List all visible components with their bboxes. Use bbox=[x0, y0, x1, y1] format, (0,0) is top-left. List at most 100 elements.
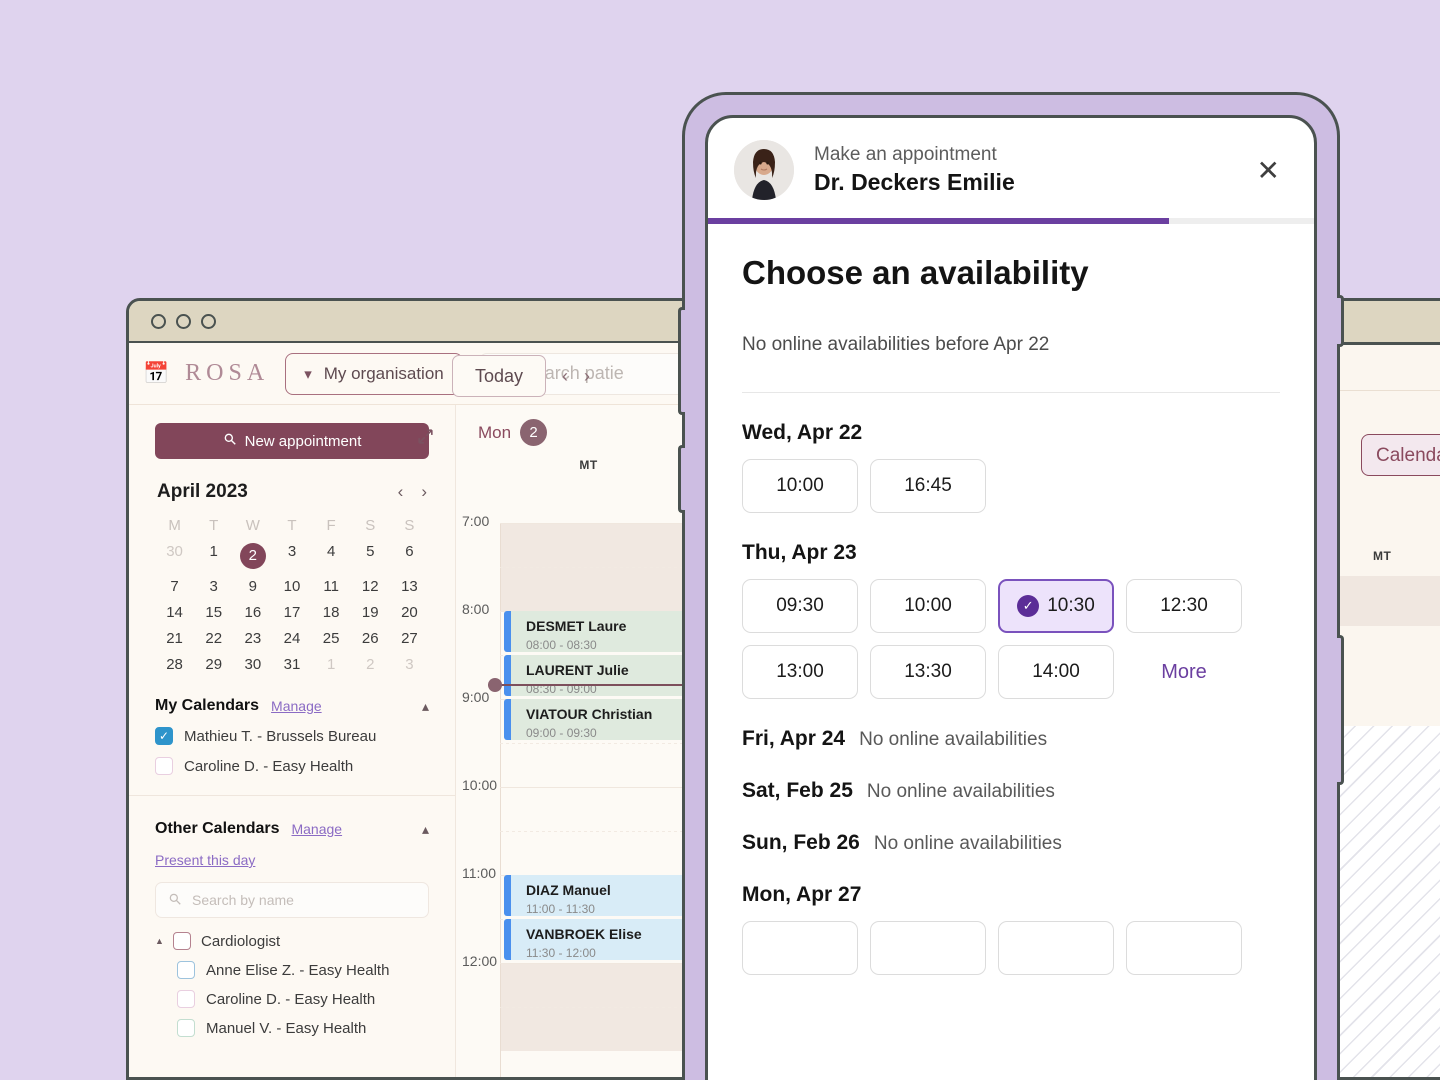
availability-slot[interactable]: 13:00 bbox=[742, 645, 858, 699]
calendar-day[interactable]: 9 bbox=[233, 578, 272, 595]
availability-slot[interactable]: 14:00 bbox=[998, 645, 1114, 699]
next-day-button[interactable]: › bbox=[584, 366, 590, 387]
calendar-day[interactable]: 16 bbox=[233, 604, 272, 621]
my-calendars-manage-link[interactable]: Manage bbox=[271, 698, 322, 714]
calendar-day[interactable]: 17 bbox=[272, 604, 311, 621]
calendar-checkbox[interactable] bbox=[177, 990, 195, 1008]
calendar-day[interactable]: 13 bbox=[390, 578, 429, 595]
calendar-day[interactable]: 3 bbox=[390, 656, 429, 673]
calendar-event[interactable]: VANBROEK Elise 11:30 - 12:00 bbox=[504, 919, 699, 960]
time-slot-row[interactable]: 12:00 bbox=[456, 953, 699, 1051]
calendar-event[interactable]: VIATOUR Christian 09:00 - 09:30 bbox=[504, 699, 699, 740]
mini-calendar-grid[interactable]: M T W T F S S 30 1 2 3 4 5 6 7 3 9 10 11 12 13 14 15 16 17 18 19 20… bbox=[155, 517, 429, 673]
hour-line bbox=[500, 963, 699, 964]
availability-slot[interactable]: 10:00 bbox=[870, 579, 986, 633]
availability-slot-selected[interactable]: ✓ 10:30 bbox=[998, 579, 1114, 633]
search-by-name-input[interactable]: Search by name bbox=[155, 882, 429, 918]
calendar-list-item[interactable]: Anne Elise Z. - Easy Health bbox=[177, 961, 429, 979]
calendar-day[interactable]: 19 bbox=[351, 604, 390, 621]
calendar-day[interactable]: 3 bbox=[194, 578, 233, 595]
calendar-list-item[interactable]: Caroline D. - Easy Health bbox=[177, 990, 429, 1008]
triangle-up-icon[interactable]: ▲ bbox=[155, 936, 164, 946]
calendar-day[interactable]: 26 bbox=[351, 630, 390, 647]
calendar-day[interactable]: 12 bbox=[351, 578, 390, 595]
time-slot-row[interactable]: 7:00 bbox=[456, 513, 699, 611]
more-slots-button[interactable]: More bbox=[1126, 645, 1242, 699]
window-minimize-dot[interactable] bbox=[176, 313, 191, 329]
calendar-day[interactable]: 28 bbox=[155, 656, 194, 673]
calendar-day[interactable]: 11 bbox=[312, 578, 351, 595]
calendar-checkbox[interactable]: ✓ bbox=[155, 727, 173, 745]
availability-slot[interactable] bbox=[998, 921, 1114, 975]
calendar-list-item[interactable]: Caroline D. - Easy Health bbox=[155, 757, 429, 775]
calendar-day[interactable]: 10 bbox=[272, 578, 311, 595]
calendar-day[interactable]: 4 bbox=[312, 543, 351, 569]
today-button[interactable]: Today bbox=[452, 355, 547, 397]
calendar-day[interactable]: 2 bbox=[351, 656, 390, 673]
time-slot-row[interactable]: 10:00 bbox=[456, 777, 699, 875]
calendar-list-item[interactable]: Manuel V. - Easy Health bbox=[177, 1019, 429, 1037]
present-this-day-link[interactable]: Present this day bbox=[155, 852, 255, 868]
availability-slot[interactable] bbox=[870, 921, 986, 975]
calendar-day[interactable]: 15 bbox=[194, 604, 233, 621]
availability-slot[interactable] bbox=[742, 921, 858, 975]
availability-slot[interactable]: 12:30 bbox=[1126, 579, 1242, 633]
calendar-day[interactable]: 27 bbox=[390, 630, 429, 647]
calendar-day[interactable]: 20 bbox=[390, 604, 429, 621]
window-close-dot[interactable] bbox=[151, 313, 166, 329]
calendar-day[interactable]: 1 bbox=[312, 656, 351, 673]
window-maximize-dot[interactable] bbox=[201, 313, 216, 329]
phone-volume-button[interactable] bbox=[678, 307, 685, 415]
calendar-day[interactable]: 29 bbox=[194, 656, 233, 673]
availability-slot-time: 13:30 bbox=[904, 661, 952, 682]
calendar-day[interactable]: 18 bbox=[312, 604, 351, 621]
calendar-day[interactable]: 5 bbox=[351, 543, 390, 569]
calendar-day[interactable]: 7 bbox=[155, 578, 194, 595]
event-patient-name: VIATOUR Christian bbox=[526, 706, 653, 722]
calendar-day[interactable]: 25 bbox=[312, 630, 351, 647]
calendar-event[interactable]: DESMET Laure 08:00 - 08:30 bbox=[504, 611, 699, 652]
calendar-day[interactable]: 3 bbox=[272, 543, 311, 569]
calendar-event[interactable]: DIAZ Manuel 11:00 - 11:30 bbox=[504, 875, 699, 916]
calendar-checkbox[interactable] bbox=[155, 757, 173, 775]
chevron-up-icon[interactable]: ▴ bbox=[422, 698, 429, 715]
calendar-day[interactable]: 6 bbox=[390, 543, 429, 569]
availability-slot[interactable]: 13:30 bbox=[870, 645, 986, 699]
calendar-checkbox[interactable] bbox=[177, 1019, 195, 1037]
availability-slot[interactable] bbox=[1126, 921, 1242, 975]
calendar-checkbox[interactable] bbox=[177, 961, 195, 979]
availability-slot[interactable]: 09:30 bbox=[742, 579, 858, 633]
next-month-button[interactable]: › bbox=[421, 482, 427, 502]
page-title: Choose an availability bbox=[742, 254, 1089, 291]
calendar-day[interactable]: 30 bbox=[155, 543, 194, 569]
phone-power-button[interactable] bbox=[1337, 635, 1344, 785]
phone-mute-switch[interactable] bbox=[1337, 295, 1344, 347]
calendar-view-button[interactable]: Calenda bbox=[1361, 434, 1440, 476]
new-appointment-button[interactable]: New appointment bbox=[155, 423, 429, 459]
calendar-day[interactable]: 24 bbox=[272, 630, 311, 647]
phone-volume-down-button[interactable] bbox=[678, 445, 685, 513]
organisation-selector[interactable]: ▾ My organisation bbox=[285, 352, 463, 395]
calendar-day[interactable]: 14 bbox=[155, 604, 194, 621]
calendar-day[interactable]: 21 bbox=[155, 630, 194, 647]
prev-month-button[interactable]: ‹ bbox=[398, 482, 404, 502]
previous-day-button[interactable]: ‹ bbox=[562, 366, 568, 387]
calendar-list-item[interactable]: ✓ Mathieu T. - Brussels Bureau bbox=[155, 727, 429, 745]
calendar-day[interactable]: 1 bbox=[194, 543, 233, 569]
time-label: 10:00 bbox=[462, 777, 498, 793]
other-calendars-manage-link[interactable]: Manage bbox=[291, 821, 342, 837]
calendar-day[interactable]: 30 bbox=[233, 656, 272, 673]
expand-arrows-icon[interactable] bbox=[416, 427, 435, 451]
availability-slot[interactable]: 16:45 bbox=[870, 459, 986, 513]
calendar-day[interactable]: 23 bbox=[233, 630, 272, 647]
calendar-day[interactable]: 22 bbox=[194, 630, 233, 647]
availability-slot[interactable]: 10:00 bbox=[742, 459, 858, 513]
close-icon[interactable]: ✕ bbox=[1257, 154, 1280, 187]
calendar-day-selected[interactable]: 2 bbox=[233, 543, 272, 569]
calendar-day[interactable]: 31 bbox=[272, 656, 311, 673]
calendar-event[interactable]: LAURENT Julie 08:30 - 09:00 bbox=[504, 655, 699, 696]
group-row-cardiologist[interactable]: ▲ Cardiologist bbox=[155, 932, 429, 950]
group-checkbox[interactable] bbox=[173, 932, 191, 950]
chevron-up-icon[interactable]: ▴ bbox=[422, 821, 429, 838]
time-grid[interactable]: 7:00 8:00 9:00 10:00 11:00 12:00 DESMET Laure 0… bbox=[456, 513, 699, 1077]
